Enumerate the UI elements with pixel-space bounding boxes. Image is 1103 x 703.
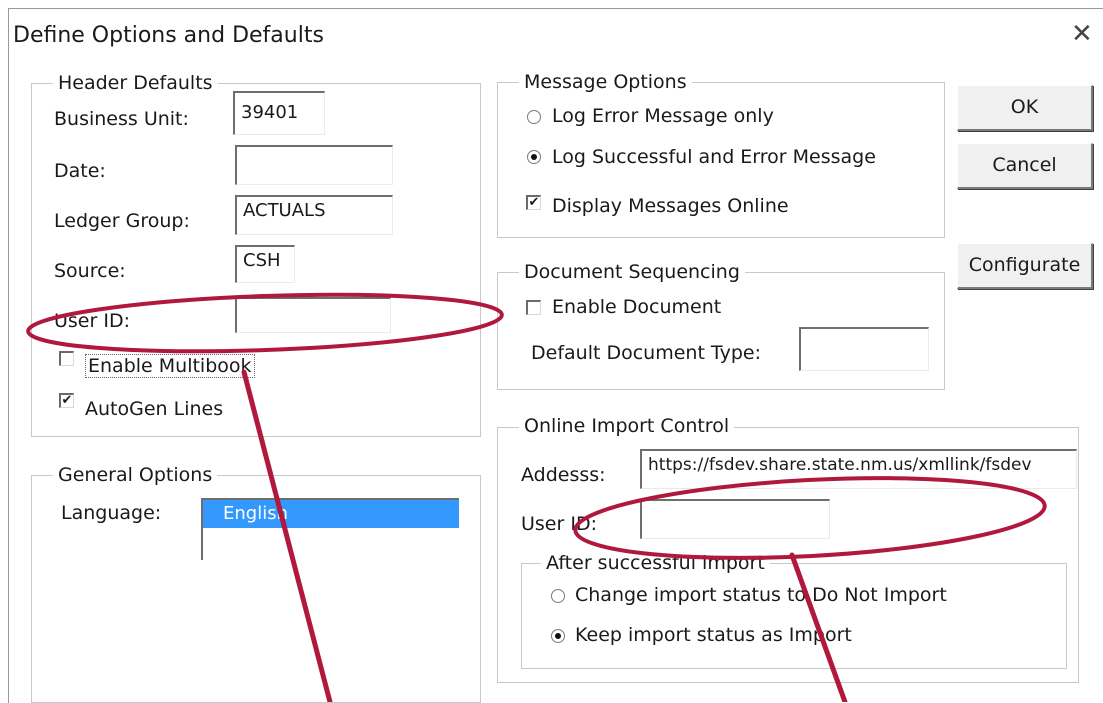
keep-import-label[interactable]: Keep import status as Import xyxy=(575,623,852,647)
display-messages-online-label[interactable]: Display Messages Online xyxy=(552,194,789,218)
address-field[interactable]: https://fsdev.share.state.nm.us/xmllink/… xyxy=(640,449,1077,489)
cancel-button[interactable]: Cancel xyxy=(957,143,1093,189)
date-field[interactable] xyxy=(235,145,393,185)
ledger-group-label: Ledger Group: xyxy=(54,210,190,232)
log-error-only-radio[interactable] xyxy=(527,110,541,124)
configurate-button[interactable]: Configurate xyxy=(957,243,1093,289)
keep-import-radio[interactable] xyxy=(551,629,565,643)
default-document-type-field[interactable] xyxy=(799,327,929,371)
autogen-lines-checkbox[interactable]: ✔ xyxy=(59,393,74,408)
enable-multibook-checkbox[interactable] xyxy=(59,351,74,366)
do-not-import-radio[interactable] xyxy=(551,589,565,603)
autogen-lines-label[interactable]: AutoGen Lines xyxy=(85,397,223,421)
enable-multibook-label[interactable]: Enable Multibook xyxy=(85,354,255,378)
message-options-legend: Message Options xyxy=(519,71,692,93)
display-messages-online-checkbox[interactable]: ✔ xyxy=(526,195,541,210)
log-success-and-error-label[interactable]: Log Successful and Error Message xyxy=(552,145,876,169)
address-label: Addesss: xyxy=(521,464,606,486)
general-options-legend: General Options xyxy=(53,464,218,486)
default-document-type-label: Default Document Type: xyxy=(531,342,761,364)
language-option-english[interactable]: English xyxy=(203,500,459,528)
enable-document-label[interactable]: Enable Document xyxy=(552,295,721,319)
header-defaults-legend: Header Defaults xyxy=(53,72,218,94)
user-id-label: User ID: xyxy=(54,310,130,332)
after-import-legend: After successful import xyxy=(541,552,770,574)
language-label: Language: xyxy=(61,502,162,524)
business-unit-label: Business Unit: xyxy=(54,108,189,130)
business-unit-field[interactable]: 39401 xyxy=(233,91,325,135)
log-error-only-label[interactable]: Log Error Message only xyxy=(552,104,774,128)
close-icon[interactable]: ✕ xyxy=(1071,21,1093,47)
import-user-id-label: User ID: xyxy=(521,513,597,535)
import-user-id-field[interactable] xyxy=(640,499,830,539)
log-success-and-error-radio[interactable] xyxy=(527,150,541,164)
source-field[interactable]: CSH xyxy=(235,245,295,283)
user-id-field[interactable] xyxy=(235,297,391,333)
after-import-group xyxy=(521,563,1067,669)
document-sequencing-legend: Document Sequencing xyxy=(519,261,745,283)
dialog-title: Define Options and Defaults xyxy=(13,23,324,48)
language-listbox[interactable]: English xyxy=(201,498,459,560)
online-import-legend: Online Import Control xyxy=(519,415,735,437)
ledger-group-field[interactable]: ACTUALS xyxy=(235,195,393,235)
source-label: Source: xyxy=(54,260,126,282)
date-label: Date: xyxy=(54,160,106,182)
ok-button[interactable]: OK xyxy=(957,85,1093,131)
enable-document-checkbox[interactable] xyxy=(526,300,541,315)
dialog-window: Define Options and Defaults ✕ Header Def… xyxy=(8,8,1103,703)
do-not-import-label[interactable]: Change import status to Do Not Import xyxy=(575,583,947,607)
